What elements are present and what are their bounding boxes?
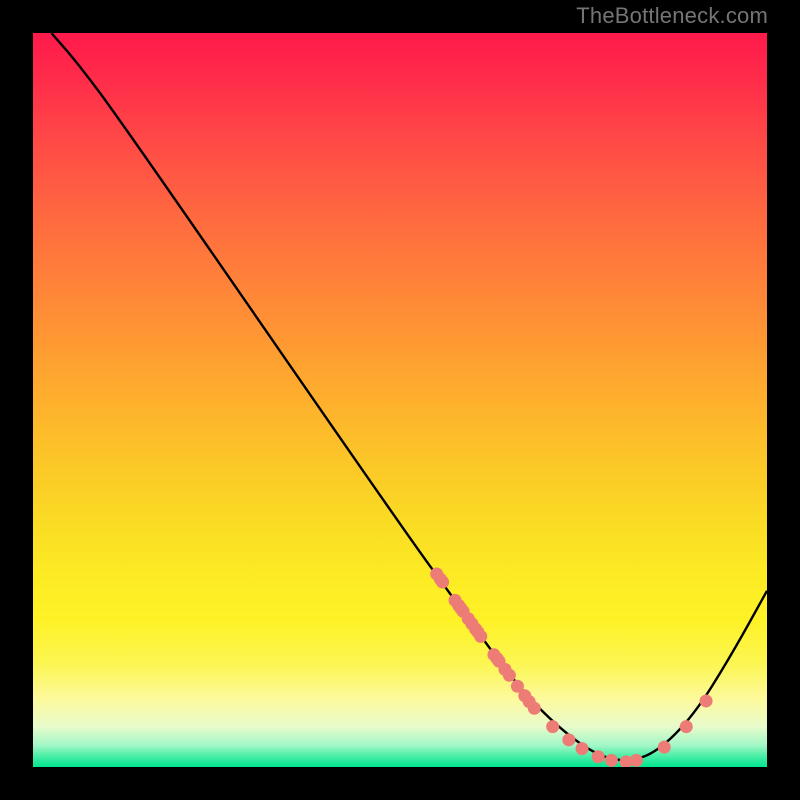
data-point [680, 720, 693, 733]
data-point [630, 754, 643, 767]
data-point [436, 576, 449, 589]
data-markers [430, 567, 712, 767]
data-point [592, 750, 605, 763]
data-point [546, 720, 559, 733]
data-point [658, 741, 671, 754]
data-point [503, 669, 516, 682]
data-point [700, 694, 713, 707]
curve-line [51, 33, 767, 760]
data-point [562, 733, 575, 746]
data-point [576, 742, 589, 755]
data-point [528, 702, 541, 715]
plot-area [33, 33, 767, 767]
chart-frame: TheBottleneck.com [0, 0, 800, 800]
chart-svg [33, 33, 767, 767]
attribution-text: TheBottleneck.com [576, 3, 768, 29]
bottleneck-curve [51, 33, 767, 760]
data-point [474, 630, 487, 643]
data-point [605, 754, 618, 767]
